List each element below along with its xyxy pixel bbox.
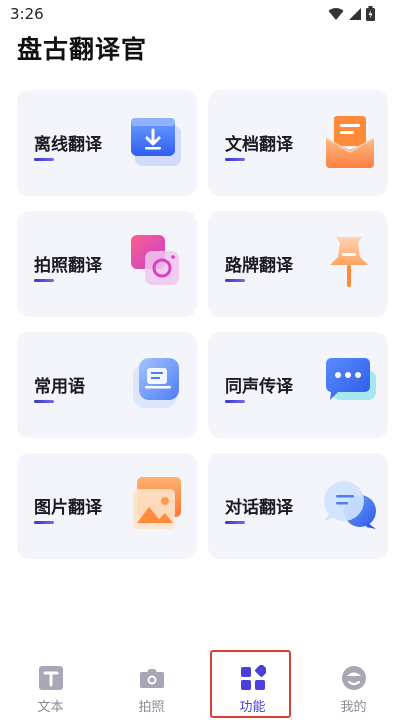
wifi-icon: [328, 7, 344, 20]
nav-item-features[interactable]: 功能: [202, 648, 303, 720]
card-label: 对话翻译: [225, 498, 293, 518]
card-document-translate[interactable]: 文档翻译: [208, 90, 388, 196]
phrases-icon: [133, 358, 179, 408]
card-underline: [34, 521, 54, 524]
download-icon: [131, 118, 181, 166]
bottom-nav: 文本 拍照 功能 我的: [0, 648, 405, 720]
card-image-translate[interactable]: 图片翻译: [17, 453, 197, 559]
document-icon: [325, 116, 375, 168]
nav-label: 功能: [239, 700, 266, 715]
status-time: 3:26: [10, 5, 44, 23]
card-underline: [225, 521, 245, 524]
card-common-phrases[interactable]: 常用语: [17, 332, 197, 438]
card-label: 同声传译: [225, 377, 293, 397]
card-underline: [225, 400, 245, 403]
status-bar: 3:26: [0, 0, 405, 28]
card-label: 路牌翻译: [225, 256, 293, 276]
camera-icon: [140, 669, 164, 688]
nav-label: 文本: [37, 700, 64, 715]
dialogue-icon: [324, 481, 376, 529]
card-photo-translate[interactable]: 拍照翻译: [17, 211, 197, 317]
battery-icon: [366, 6, 375, 21]
card-offline-translate[interactable]: 离线翻译: [17, 90, 197, 196]
card-underline: [34, 279, 54, 282]
card-label: 常用语: [34, 377, 85, 397]
status-icons: [328, 6, 375, 21]
chat-bubble-icon: [326, 358, 376, 400]
card-underline: [225, 158, 245, 161]
card-underline: [225, 279, 245, 282]
card-label: 拍照翻译: [34, 256, 102, 276]
nav-label: 我的: [340, 700, 367, 715]
app-title: 盘古翻译官: [17, 35, 148, 64]
nav-item-text[interactable]: 文本: [0, 648, 101, 720]
signal-icon: [349, 7, 361, 20]
text-icon: [39, 666, 63, 690]
profile-icon: [342, 666, 366, 690]
image-icon: [133, 477, 181, 529]
card-label: 图片翻译: [34, 498, 102, 518]
card-dialogue-translate[interactable]: 对话翻译: [208, 453, 388, 559]
nav-item-profile[interactable]: 我的: [303, 648, 404, 720]
card-label: 文档翻译: [225, 135, 293, 155]
signpost-pin-icon: [330, 237, 368, 287]
card-underline: [34, 400, 54, 403]
nav-item-photo[interactable]: 拍照: [101, 648, 202, 720]
card-signpost-translate[interactable]: 路牌翻译: [208, 211, 388, 317]
card-simultaneous-interpretation[interactable]: 同声传译: [208, 332, 388, 438]
nav-label: 拍照: [138, 700, 165, 715]
features-icon: [241, 665, 266, 690]
camera-icon: [131, 235, 179, 285]
card-underline: [34, 158, 54, 161]
card-label: 离线翻译: [34, 135, 102, 155]
